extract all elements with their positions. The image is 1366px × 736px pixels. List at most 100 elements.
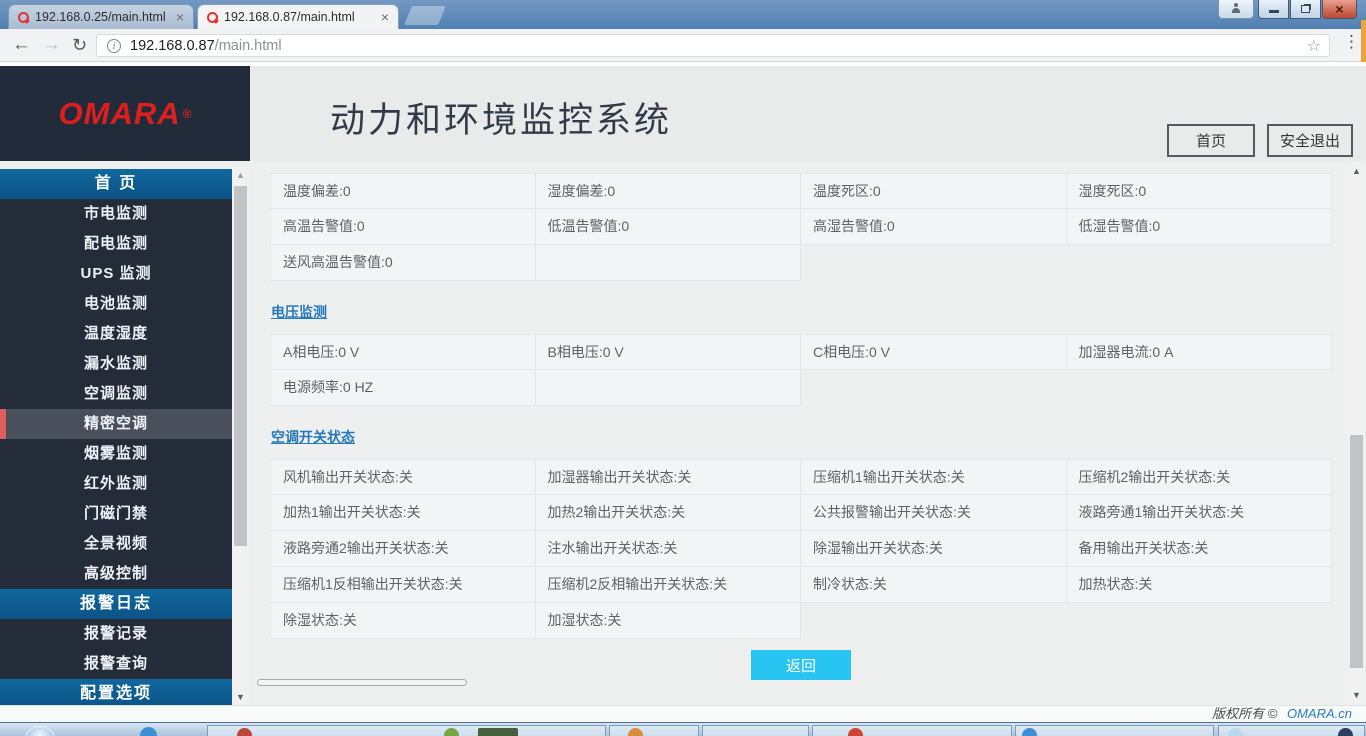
taskbar-button[interactable] — [702, 725, 809, 736]
table-cell: 公共报警输出开关状态:关 — [801, 495, 1067, 531]
table-cell: 加热2输出开关状态:关 — [536, 495, 802, 531]
new-tab-button[interactable] — [404, 6, 446, 25]
table-cell: 风机输出开关状态:关 — [270, 459, 536, 495]
sidebar-item[interactable]: 空调监测 — [0, 379, 232, 409]
table-cell: A相电压:0 V — [270, 334, 536, 370]
taskbar-button[interactable] — [207, 725, 606, 736]
taskbar-app-icon[interactable] — [237, 728, 252, 736]
sidebar-item[interactable]: 高级控制 — [0, 559, 232, 589]
table-row: 电源频率:0 HZ — [270, 370, 1332, 406]
bookmark-star-icon[interactable]: ☆ — [1307, 36, 1321, 56]
browser-tab[interactable]: 192.168.0.25/main.html× — [8, 4, 194, 29]
maximize-icon — [1301, 5, 1310, 13]
scrollbar-thumb[interactable] — [234, 186, 247, 546]
table-cell: 加热状态:关 — [1067, 567, 1333, 603]
browser-toolbar: ← → ↻ i 192.168.0.87/main.html ☆ ⋮ — [0, 29, 1366, 62]
content-scrollbar[interactable]: ▲ ▼ — [1348, 161, 1365, 705]
sidebar-item[interactable]: 温度湿度 — [0, 319, 232, 349]
scroll-down-icon[interactable]: ▼ — [232, 692, 249, 702]
start-button[interactable] — [24, 726, 56, 736]
tab-title: 192.168.0.25/main.html — [35, 10, 173, 24]
table-row: 压缩机1反相输出开关状态:关压缩机2反相输出开关状态:关制冷状态:关加热状态:关 — [270, 567, 1332, 603]
table-row: 风机输出开关状态:关加湿器输出开关状态:关压缩机1输出开关状态:关压缩机2输出开… — [270, 459, 1332, 495]
sidebar: 首 页市电监测配电监测UPS 监测电池监测温度湿度漏水监测空调监测精密空调烟雾监… — [0, 169, 232, 705]
minimize-button[interactable] — [1258, 0, 1289, 19]
section-heading: 电压监测 — [271, 302, 1332, 322]
sidebar-item[interactable]: 配电监测 — [0, 229, 232, 259]
info-icon[interactable]: i — [107, 39, 121, 53]
taskbar-app-icon[interactable] — [1228, 728, 1243, 736]
reload-icon[interactable]: ↻ — [72, 33, 87, 57]
sidebar-item[interactable]: 门磁门禁 — [0, 499, 232, 529]
table-cell: 注水输出开关状态:关 — [536, 531, 802, 567]
table-row: A相电压:0 VB相电压:0 VC相电压:0 V加湿器电流:0 A — [270, 334, 1332, 370]
tab-close-icon[interactable]: × — [173, 10, 187, 24]
page-title: 动力和环境监控系统 — [330, 92, 672, 143]
sidebar-item[interactable]: 红外监测 — [0, 469, 232, 499]
main-area: 首 页市电监测配电监测UPS 监测电池监测温度湿度漏水监测空调监测精密空调烟雾监… — [0, 161, 1366, 705]
sidebar-item[interactable]: 电池监测 — [0, 289, 232, 319]
orange-edge-strip — [1361, 20, 1366, 62]
scroll-up-icon[interactable]: ▲ — [232, 170, 249, 180]
taskbar-app-icon[interactable] — [1022, 728, 1037, 736]
horizontal-scrollbar-thumb[interactable] — [257, 679, 467, 686]
sidebar-item[interactable]: 市电监测 — [0, 199, 232, 229]
minimize-icon — [1269, 10, 1279, 13]
taskbar-button[interactable] — [609, 725, 699, 736]
taskbar-button[interactable] — [812, 725, 1012, 736]
close-icon: × — [1323, 1, 1356, 17]
browser-menu-icon[interactable]: ⋮ — [1343, 32, 1360, 52]
taskbar-app-icon[interactable] — [848, 728, 863, 736]
sidebar-item[interactable]: 报警记录 — [0, 619, 232, 649]
taskbar-app-icon[interactable] — [478, 728, 518, 736]
site-favicon-icon — [207, 12, 218, 23]
table-cell: 除湿状态:关 — [270, 603, 536, 639]
section-heading: 空调开关状态 — [271, 427, 1332, 447]
sidebar-section-header[interactable]: 首 页 — [0, 169, 232, 199]
url-bar[interactable]: i 192.168.0.87/main.html ☆ — [96, 34, 1330, 57]
scroll-down-icon[interactable]: ▼ — [1348, 690, 1365, 700]
table-cell: 液路旁通1输出开关状态:关 — [1067, 495, 1333, 531]
sidebar-item[interactable]: 全景视频 — [0, 529, 232, 559]
table-cell: 加湿器电流:0 A — [1067, 334, 1333, 370]
logout-button[interactable]: 安全退出 — [1267, 124, 1353, 157]
tab-title: 192.168.0.87/main.html — [224, 10, 378, 24]
forward-icon: → — [42, 33, 61, 57]
scrollbar-thumb[interactable] — [1350, 435, 1363, 668]
page-header: OMARA® 动力和环境监控系统 首页 安全退出 — [0, 66, 1366, 161]
sidebar-section-header[interactable]: 配置选项 — [0, 679, 232, 705]
table-cell: C相电压:0 V — [801, 334, 1067, 370]
table-row: 除湿状态:关加湿状态:关 — [270, 603, 1332, 639]
tab-close-icon[interactable]: × — [378, 10, 392, 24]
data-table: A相电压:0 VB相电压:0 VC相电压:0 V加湿器电流:0 A电源频率:0 … — [270, 334, 1332, 406]
site-link[interactable]: OMARA.cn — [1287, 706, 1352, 721]
taskbar-app-icon[interactable] — [1338, 728, 1353, 736]
logo-block: OMARA® — [0, 66, 250, 161]
scroll-up-icon[interactable]: ▲ — [1348, 166, 1365, 176]
profile-button[interactable] — [1218, 0, 1254, 19]
taskbar-app-icon[interactable] — [140, 727, 157, 736]
page-footer: 版权所有 © OMARA.cn — [0, 705, 1366, 722]
table-cell: 加湿器输出开关状态:关 — [536, 459, 802, 495]
sidebar-section-header[interactable]: 报警日志 — [0, 589, 232, 619]
browser-tab[interactable]: 192.168.0.87/main.html× — [197, 4, 399, 29]
back-button[interactable]: 返回 — [751, 650, 851, 680]
screen: 192.168.0.25/main.html×192.168.0.87/main… — [0, 0, 1366, 736]
sidebar-item[interactable]: 烟雾监测 — [0, 439, 232, 469]
sidebar-item[interactable]: 精密空调 — [0, 409, 232, 439]
sidebar-scrollbar[interactable]: ▲ ▼ — [232, 167, 249, 705]
taskbar-app-icon[interactable] — [628, 728, 643, 736]
taskbar-app-icon[interactable] — [444, 728, 459, 736]
sidebar-item[interactable]: UPS 监测 — [0, 259, 232, 289]
omara-logo: OMARA — [59, 96, 181, 132]
data-table: 风机输出开关状态:关加湿器输出开关状态:关压缩机1输出开关状态:关压缩机2输出开… — [270, 459, 1332, 639]
maximize-button[interactable] — [1290, 0, 1321, 19]
close-button[interactable]: × — [1322, 0, 1357, 19]
home-button[interactable]: 首页 — [1167, 124, 1255, 157]
back-icon[interactable]: ← — [12, 33, 31, 57]
table-cell: 低湿告警值:0 — [1067, 209, 1333, 245]
sidebar-item[interactable]: 报警查询 — [0, 649, 232, 679]
sidebar-item[interactable]: 漏水监测 — [0, 349, 232, 379]
taskbar-button[interactable] — [1015, 725, 1214, 736]
table-row: 液路旁通2输出开关状态:关注水输出开关状态:关除湿输出开关状态:关备用输出开关状… — [270, 531, 1332, 567]
